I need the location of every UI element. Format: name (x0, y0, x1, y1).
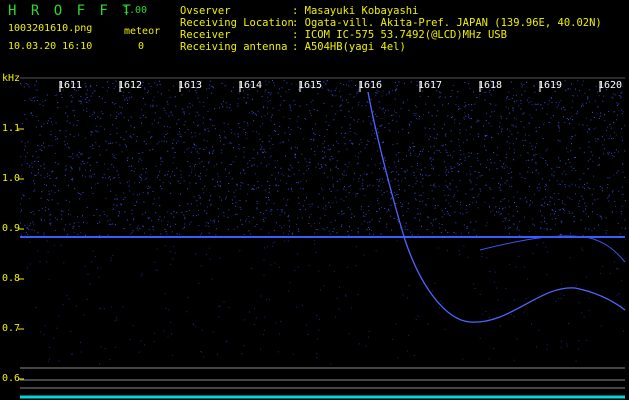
app-version: 1.00 (123, 5, 148, 16)
meteor-count: 0 (138, 41, 145, 52)
time-label-1612: 1612 (118, 80, 143, 91)
freq-tick-marks (18, 128, 24, 380)
info-label-observer: Ovserver (180, 5, 231, 17)
datetime: 10.03.20 16:10 (8, 41, 93, 52)
reflection-trace (479, 235, 626, 263)
freq-label-0-7: 0.7 (2, 323, 21, 334)
time-label-1616: 1616 (358, 80, 383, 91)
spectrogram-plot (18, 77, 626, 399)
info-label-antenna: Receiving antenna (180, 41, 288, 53)
freq-label-0-6: 0.6 (2, 373, 21, 384)
time-label-1617: 1617 (418, 80, 443, 91)
time-label-1611: 1611 (58, 80, 83, 91)
time-label-1614: 1614 (238, 80, 263, 91)
time-label-1620: 1620 (598, 80, 623, 91)
time-label-1619: 1619 (538, 80, 563, 91)
freq-label-1-0: 1.0 (2, 173, 21, 184)
filename: 1003201610.png (8, 23, 93, 34)
freq-label-0-9: 0.9 (2, 223, 21, 234)
info-value-observer: : Masayuki Kobayashi (292, 5, 419, 17)
info-label-location: Receiving Location (180, 17, 294, 29)
freq-label-0-8: 0.8 (2, 273, 21, 284)
meteor-label: meteor (124, 26, 161, 37)
info-value-receiver: : ICOM IC-575 53.7492(@LCD)MHz USB (292, 29, 507, 41)
time-label-1615: 1615 (298, 80, 323, 91)
time-label-1613: 1613 (178, 80, 203, 91)
app-name: H R O F F T (8, 3, 134, 19)
time-label-1618: 1618 (478, 80, 503, 91)
freq-label-1-1: 1.1 (2, 123, 21, 134)
noise-field (20, 80, 626, 365)
info-value-location: : Ogata-vill. Akita-Pref. JAPAN (139.96E… (292, 17, 602, 29)
info-label-receiver: Receiver (180, 29, 231, 41)
info-value-antenna: : A504HB(yagi 4el) (292, 41, 406, 53)
unit-label: kHz (2, 73, 21, 84)
